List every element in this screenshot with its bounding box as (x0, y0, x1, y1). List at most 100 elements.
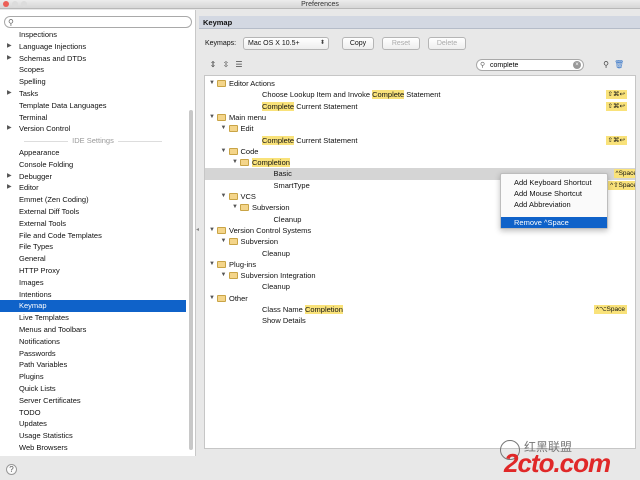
expand-arrow-icon[interactable]: ▶ (7, 88, 12, 100)
context-menu-item[interactable]: Add Mouse Shortcut (501, 188, 607, 199)
sidebar-item[interactable]: Menus and Toolbars (0, 324, 186, 336)
action-row[interactable]: Choose Lookup Item and Invoke Complete S… (205, 89, 635, 100)
action-row[interactable]: Class Name Completion ^⌥Space (205, 304, 635, 315)
collapse-arrow-icon[interactable]: ▼ (220, 236, 228, 247)
sidebar-item[interactable]: Terminal (0, 112, 186, 124)
sidebar-item[interactable]: Web Browsers (0, 442, 186, 454)
sidebar-item[interactable]: ▶ Schemas and DTDs (0, 53, 186, 65)
sidebar-item[interactable]: Plugins (0, 371, 186, 383)
collapse-arrow-icon[interactable]: ▼ (208, 293, 216, 304)
sidebar-item-label: Language Injections (19, 41, 87, 51)
action-row[interactable]: Complete Current Statement ⇧⌘↩ (205, 135, 635, 146)
sidebar-item[interactable]: ▶ Version Control (0, 123, 186, 135)
expand-arrow-icon[interactable]: ▶ (7, 41, 12, 53)
sidebar-item[interactable]: Live Templates (0, 312, 186, 324)
sidebar-item[interactable]: Console Folding (0, 159, 186, 171)
find-by-shortcut-icon[interactable]: ⚲ (601, 60, 611, 70)
sidebar-item-label: Live Templates (19, 313, 69, 323)
action-row[interactable]: Cleanup (205, 281, 635, 292)
sidebar-item[interactable]: Quick Lists (0, 383, 186, 395)
sidebar-item[interactable]: Passwords (0, 348, 186, 360)
sidebar-item[interactable]: Intentions (0, 289, 186, 301)
title-bar: Preferences (0, 0, 640, 9)
action-group-row[interactable]: ▼ Subversion Integration (205, 270, 635, 281)
action-group-row[interactable]: ▼ Completion (205, 157, 635, 168)
action-filter[interactable]: ⚲ × (476, 59, 584, 71)
delete-button[interactable]: Delete (428, 37, 466, 50)
action-label-text: Cleanup (262, 248, 290, 258)
expand-arrow-icon[interactable]: ▶ (7, 123, 12, 135)
action-filter-input[interactable] (490, 61, 568, 70)
sidebar-item[interactable]: Path Variables (0, 359, 186, 371)
sidebar-item[interactable]: General (0, 253, 186, 265)
sidebar-item[interactable]: File and Code Templates (0, 230, 186, 242)
keymap-select[interactable]: Mac OS X 10.5+ ⬍ (243, 37, 329, 50)
sidebar-item[interactable]: Server Certificates (0, 395, 186, 407)
collapse-arrow-icon[interactable]: ▼ (220, 191, 228, 202)
collapse-arrow-icon[interactable]: ▼ (231, 202, 239, 213)
reset-button[interactable]: Reset (382, 37, 420, 50)
sidebar-item[interactable]: Updates (0, 418, 186, 430)
sidebar-item[interactable]: File Types (0, 241, 186, 253)
sidebar-item[interactable]: ▶ Language Injections (0, 41, 186, 53)
sidebar-group-header: IDE Settings (0, 135, 186, 147)
sidebar-item[interactable]: TODO (0, 407, 186, 419)
sidebar-item[interactable]: Images (0, 277, 186, 289)
context-menu-item[interactable]: Add Keyboard Shortcut (501, 177, 607, 188)
action-row[interactable]: Cleanup (205, 248, 635, 259)
expand-arrow-icon[interactable]: ▶ (7, 53, 12, 65)
collapse-arrow-icon[interactable]: ▼ (208, 259, 216, 270)
action-row[interactable]: Complete Current Statement ⇧⌘↩ (205, 101, 635, 112)
sidebar-item[interactable]: External Tools (0, 218, 186, 230)
help-button[interactable]: ? (6, 464, 17, 475)
sidebar-item[interactable]: Appearance (0, 147, 186, 159)
collapse-all-icon[interactable]: ⇳ (221, 60, 231, 70)
sidebar-item[interactable]: Emmet (Zen Coding) (0, 194, 186, 206)
folder-icon (240, 204, 249, 212)
sidebar-item[interactable]: Usage Statistics (0, 430, 186, 442)
action-group-row[interactable]: ▼ Editor Actions (205, 78, 635, 89)
context-menu-item[interactable]: Add Abbreviation (501, 199, 607, 210)
settings-search[interactable]: ⚲ (4, 16, 192, 28)
action-label: Subversion (252, 202, 290, 213)
sidebar-item[interactable]: ▶ Debugger (0, 171, 186, 183)
edit-shortcut-icon[interactable]: ☰ (234, 60, 244, 70)
sidebar-item[interactable]: ▶ Tasks (0, 88, 186, 100)
action-group-row[interactable]: ▼ Edit (205, 123, 635, 134)
context-menu-item[interactable]: Remove ^Space (501, 217, 607, 228)
action-group-row[interactable]: ▼ Other (205, 293, 635, 304)
sidebar-item[interactable]: HTTP Proxy (0, 265, 186, 277)
sidebar-item[interactable]: Template Data Languages (0, 100, 186, 112)
action-row[interactable]: Show Details (205, 315, 635, 326)
collapse-arrow-icon[interactable]: ▼ (231, 157, 239, 168)
action-group-row[interactable]: ▼ Plug-ins (205, 259, 635, 270)
copy-button[interactable]: Copy (342, 37, 374, 50)
action-group-row[interactable]: ▼ Subversion (205, 236, 635, 247)
splitter-handle[interactable]: ◂ (196, 226, 199, 233)
sidebar-item[interactable]: Inspections (0, 29, 186, 41)
expand-arrow-icon[interactable]: ▶ (7, 182, 12, 194)
collapse-arrow-icon[interactable]: ▼ (208, 112, 216, 123)
collapse-arrow-icon[interactable]: ▼ (208, 225, 216, 236)
action-label-text: Cleanup (262, 282, 290, 292)
action-group-row[interactable]: ▼ Main menu (205, 112, 635, 123)
action-group-row[interactable]: ▼ Code (205, 146, 635, 157)
collapse-arrow-icon[interactable]: ▼ (220, 270, 228, 281)
clear-filter-icon[interactable]: × (573, 61, 581, 69)
collapse-arrow-icon[interactable]: ▼ (220, 123, 228, 134)
action-label-text: Class Name (262, 305, 305, 314)
sidebar-item[interactable]: ▶ Editor (0, 182, 186, 194)
sidebar-scrollbar[interactable] (189, 110, 193, 450)
sidebar-item[interactable]: Notifications (0, 336, 186, 348)
sidebar-item[interactable]: External Diff Tools (0, 206, 186, 218)
expand-all-icon[interactable]: ⇕ (208, 60, 218, 70)
sidebar-item[interactable]: Scopes (0, 64, 186, 76)
action-label: Cleanup (262, 248, 290, 259)
trash-icon[interactable]: 🗑 (614, 60, 624, 70)
sidebar-item[interactable]: Spelling (0, 76, 186, 88)
collapse-arrow-icon[interactable]: ▼ (208, 78, 216, 89)
collapse-arrow-icon[interactable]: ▼ (220, 146, 228, 157)
settings-search-input[interactable] (17, 18, 187, 27)
sidebar-item[interactable]: Keymap (0, 300, 186, 313)
expand-arrow-icon[interactable]: ▶ (7, 171, 12, 183)
